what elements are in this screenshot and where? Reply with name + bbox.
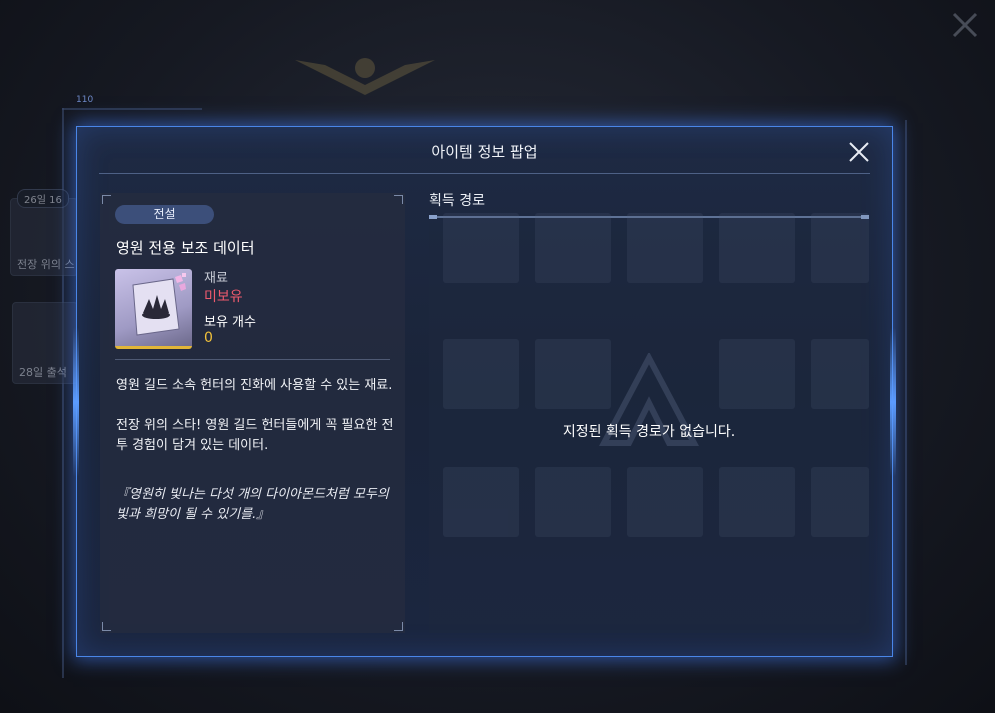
frame-line [62,108,202,110]
panel-corner [394,622,403,631]
popup-title: 아이템 정보 팝업 [431,143,538,161]
item-type: 재료 [204,271,228,286]
empty-route-message: 지정된 획득 경로가 없습니다. [562,424,736,440]
bg-card-label: 전장 위의 스 [17,258,75,271]
description-paragraph: 영원 길드 소속 헌터의 진화에 사용할 수 있는 재료. [116,378,393,393]
item-description: 영원 길드 소속 헌터의 진화에 사용할 수 있는 재료. 전장 위의 스타! … [116,376,396,476]
acquisition-title: 획득 경로 [429,193,485,209]
bg-card-label: 28일 출석 [19,366,67,379]
title-divider [99,173,870,174]
bg-event-card[interactable]: 26일 16 전장 위의 스 [10,189,78,276]
item-name: 영원 전용 보조 데이터 [116,239,255,257]
background-close-icon[interactable] [950,10,980,40]
item-quote: 『영원히 빛나는 다섯 개의 다이아몬드처럼 모두의 빛과 희망이 될 수 있기… [116,487,389,522]
acquisition-panel: 지정된 획득 경로가 없습니다. [429,213,869,633]
detail-divider [115,359,390,360]
glow-accent [890,327,896,477]
panel-corner [102,622,111,631]
rarity-badge: 전설 [115,205,214,224]
guild-emblem-icon [295,58,435,95]
close-icon[interactable] [848,141,870,163]
bg-card-badge: 26일 16 [17,189,69,208]
frame-line [905,120,907,665]
owned-status: 미보유 [204,289,243,305]
owned-count: 0 [204,330,213,346]
item-detail-panel: 전설 영원 전용 보조 데이터 재료 미보유 보유 개수 0 영원 길드 소속 … [100,193,405,633]
bg-event-card[interactable]: 28일 출석 [12,302,78,384]
panel-corner [394,195,403,204]
glow-accent [73,327,79,477]
item-info-popup: 아이템 정보 팝업 전설 영원 전용 보조 데이터 재료 미보유 보유 개수 0 [73,126,896,657]
description-paragraph: 전장 위의 스타! 영원 길드 헌터들에게 꼭 필요한 전투 경험이 담겨 있는… [116,418,394,453]
shattered-card-icon [115,269,192,349]
frame-tag: 110 [76,95,94,105]
panel-corner [102,195,111,204]
count-label: 보유 개수 [204,315,256,330]
